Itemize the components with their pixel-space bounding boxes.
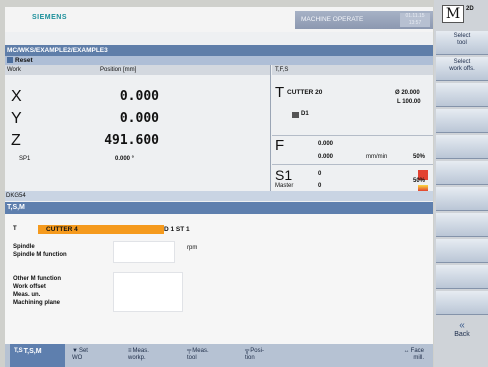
feed-unit: mm/min xyxy=(366,154,388,160)
operating-area-box: MACHINE OPERATE 01.11.15 13:57 xyxy=(295,11,433,29)
other-m-input[interactable] xyxy=(113,272,183,312)
tsm-form: T CUTTER 4 D 1 ST 1 Spindle Spindle M fu… xyxy=(5,214,433,354)
softkey-v8[interactable] xyxy=(436,213,488,237)
clock: 01.11.15 13:57 xyxy=(400,13,430,27)
program-name: DKG54 xyxy=(5,191,433,201)
softkey-v11[interactable] xyxy=(436,291,488,315)
position-icon: ╦ xyxy=(245,348,250,354)
back-arrow-icon: « xyxy=(459,320,465,331)
tool-holder-icon xyxy=(292,112,299,118)
mode-title: MACHINE OPERATE xyxy=(301,16,364,23)
softkey-v4[interactable] xyxy=(436,109,488,133)
channel-status: Reset xyxy=(5,56,433,65)
feed-value-2: 0.000 xyxy=(318,154,334,160)
softkey-tsm[interactable]: T,ST,S,M xyxy=(10,344,65,367)
t-label: T xyxy=(13,226,17,232)
tool-radius: Ø 20.000 xyxy=(395,90,420,96)
axis-y-name: Y xyxy=(11,110,22,127)
tfs-header: T,F,S xyxy=(272,65,433,75)
axis-z-value: 491.600 xyxy=(104,133,159,148)
spindle-label: Spindle xyxy=(13,244,35,250)
machining-plane-label: Machining plane xyxy=(13,300,61,306)
siemens-logo: SIEMENS xyxy=(32,14,68,21)
softkey-meas-workpiece[interactable]: ≡Meas. workp. xyxy=(128,344,182,367)
softkey-v3[interactable] xyxy=(436,83,488,107)
rpm-unit: rpm xyxy=(187,245,198,251)
select-work-offset-button[interactable]: Select work offs. xyxy=(436,57,488,81)
spindle-axis-value: 0.000 ° xyxy=(115,156,135,162)
spindle-letter: S1 xyxy=(275,167,293,183)
col-position: Position [mm] xyxy=(93,65,270,75)
softkey-v9[interactable] xyxy=(436,239,488,263)
tool-name: CUTTER 20 xyxy=(287,89,323,96)
other-m-label: Other M function xyxy=(13,276,61,282)
machine-key-icon[interactable]: M xyxy=(442,5,464,23)
d-st-field[interactable]: D 1 ST 1 xyxy=(164,226,190,233)
softkey-position[interactable]: ╦Posi- tion xyxy=(245,344,295,367)
feed-letter: F xyxy=(275,137,285,154)
tfs-separator-1 xyxy=(272,135,433,136)
meas-workpiece-icon: ≡ xyxy=(128,348,132,354)
axis-x-name: X xyxy=(11,88,22,105)
softkey-set-wo[interactable]: ▼Set WO xyxy=(72,344,120,367)
header-bar: SIEMENS MACHINE OPERATE 01.11.15 13:57 xyxy=(5,7,433,32)
softkey-v10[interactable] xyxy=(436,265,488,289)
tsm-icon: T,S xyxy=(14,348,23,354)
axis-x-value: 0.000 xyxy=(119,89,159,104)
hmi-screen: SIEMENS MACHINE OPERATE 01.11.15 13:57 M… xyxy=(5,7,433,362)
spindle-m-label: Spindle M function xyxy=(13,252,67,258)
master-label: Master xyxy=(275,183,294,189)
master-value: 0 xyxy=(318,183,322,189)
back-button[interactable]: «Back xyxy=(436,320,488,345)
tsm-title: T,S,M xyxy=(5,202,433,214)
feed-override: 50% xyxy=(413,154,426,160)
meas-unit-label: Meas. un. xyxy=(13,292,41,298)
spindle-axis-name: SP1 xyxy=(19,156,31,162)
softkey-v6[interactable] xyxy=(436,161,488,185)
softkey-v5[interactable] xyxy=(436,135,488,159)
softkey-meas-tool[interactable]: ╤Meas. tool xyxy=(187,344,237,367)
divider xyxy=(270,65,271,192)
reset-icon xyxy=(7,57,13,63)
spindle-override: 50% xyxy=(413,178,426,184)
work-offset-label: Work offset xyxy=(13,284,46,290)
tool-edge: D1 xyxy=(301,111,309,117)
spindle-input[interactable] xyxy=(113,241,175,263)
axis-y-value: 0.000 xyxy=(119,111,159,126)
meas-tool-icon: ╤ xyxy=(187,348,192,354)
view-2d-key[interactable]: 2D xyxy=(466,6,486,22)
program-path: MC/WKS/EXAMPLE2/EXAMPLE3 xyxy=(5,45,433,56)
axis-z-name: Z xyxy=(11,132,21,149)
feed-value-1: 0.000 xyxy=(318,141,334,147)
tool-length: L 100.00 xyxy=(397,99,421,105)
set-wo-icon: ▼ xyxy=(72,348,78,354)
tool-letter: T xyxy=(275,84,285,101)
softkey-v7[interactable] xyxy=(436,187,488,211)
tfs-separator-2 xyxy=(272,164,433,165)
col-work: Work xyxy=(5,65,93,75)
reset-label: Reset xyxy=(15,57,33,64)
spindle-speed: 0 xyxy=(318,171,322,177)
softkey-face-milling[interactable]: ↔Face mill. xyxy=(370,344,428,367)
tool-field[interactable]: CUTTER 4 xyxy=(38,225,164,234)
select-tool-button[interactable]: Select tool xyxy=(436,31,488,55)
face-mill-icon: ↔ xyxy=(403,348,410,354)
